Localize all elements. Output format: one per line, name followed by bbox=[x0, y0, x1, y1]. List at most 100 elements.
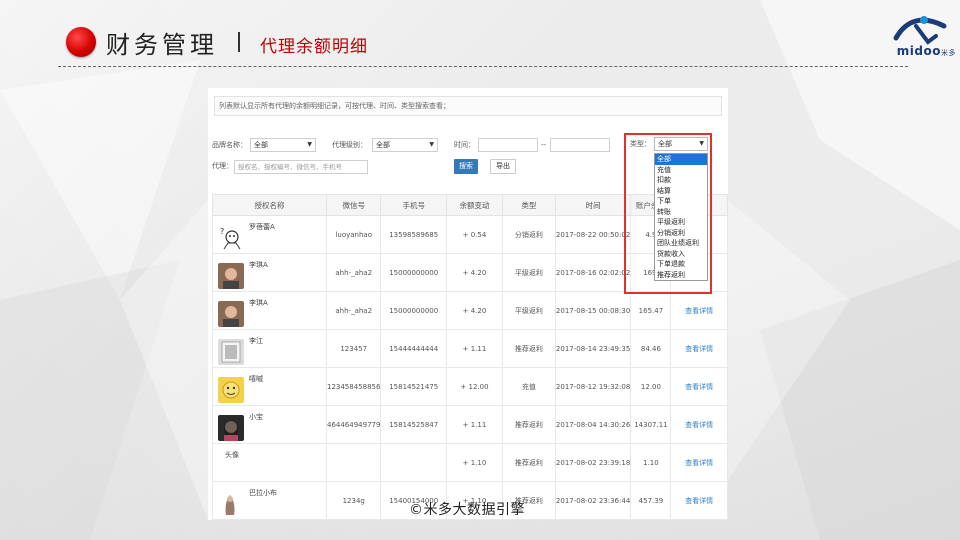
level-label: 代理级别： bbox=[332, 141, 367, 149]
type-cell: 平级返利 bbox=[501, 253, 556, 292]
user-name: 嘻嘁 bbox=[249, 375, 263, 383]
time-cell: 2017-08-15 00:08:30 bbox=[554, 291, 632, 330]
name-cell: 李琪A bbox=[212, 253, 327, 292]
name-cell: 嘻嘁 bbox=[212, 367, 327, 406]
balance-cell: 14307.11 bbox=[630, 405, 672, 444]
detail-link[interactable]: 查看详情 bbox=[670, 405, 728, 444]
type-option[interactable]: 货款收入 bbox=[655, 249, 707, 260]
change-cell: + 4.20 bbox=[445, 291, 503, 330]
type-option[interactable]: 团队业绩返利 bbox=[655, 238, 707, 249]
time-cell: 2017-08-22 00:50:02 bbox=[554, 215, 632, 254]
type-option[interactable]: 全部 bbox=[655, 154, 707, 165]
avatar bbox=[218, 301, 244, 327]
col-header: 授权名称 bbox=[212, 194, 327, 216]
time-cell: 2017-08-12 19:32:08 bbox=[554, 367, 632, 406]
type-option[interactable]: 分销返利 bbox=[655, 228, 707, 239]
user-name: 头像 bbox=[225, 451, 239, 459]
user-name: 小宝 bbox=[249, 413, 263, 421]
time-cell: 2017-08-02 23:39:18 bbox=[554, 443, 632, 482]
name-cell: 李琪A bbox=[212, 291, 327, 330]
balance-cell: 1.10 bbox=[630, 443, 672, 482]
logo-text: midoo米多 bbox=[896, 44, 956, 58]
wechat-cell: 123457 bbox=[325, 329, 382, 368]
change-cell: + 1.11 bbox=[445, 405, 503, 444]
time-cell: 2017-08-16 02:02:02 bbox=[554, 253, 632, 292]
time-label: 时间： bbox=[454, 141, 475, 149]
avatar bbox=[218, 339, 244, 365]
agent-search-input[interactable]: 授权名、授权编号、微信号、手机号 bbox=[234, 160, 368, 174]
page-title: 财务管理 bbox=[106, 30, 218, 59]
detail-link[interactable]: 查看详情 bbox=[670, 291, 728, 330]
type-label: 类型： bbox=[630, 140, 651, 148]
balance-cell: 84.46 bbox=[630, 329, 672, 368]
chevron-down-icon: ▼ bbox=[307, 141, 312, 148]
table-row: 小宝 464464949779 15814525847 + 1.11 推荐返利 … bbox=[212, 405, 728, 444]
col-header: 时间 bbox=[554, 194, 632, 216]
detail-link[interactable]: 查看详情 bbox=[670, 329, 728, 368]
type-option[interactable]: 转账 bbox=[655, 207, 707, 218]
col-header: 微信号 bbox=[325, 194, 382, 216]
red-bullet-icon bbox=[66, 27, 96, 57]
table-row: 李琪A ahh-_aha2 15000000000 + 4.20 平级返利 20… bbox=[212, 291, 728, 330]
detail-link[interactable]: 查看详情 bbox=[670, 367, 728, 406]
watermark: ©米多大数据引擎 bbox=[409, 502, 525, 518]
change-cell: + 0.54 bbox=[445, 215, 503, 254]
wechat-cell: 123458458856 bbox=[325, 367, 382, 406]
name-cell: 小宝 bbox=[212, 405, 327, 444]
wechat-cell: 464464949779 bbox=[325, 405, 382, 444]
search-button[interactable]: 搜索 bbox=[454, 159, 478, 174]
chevron-down-icon: ▼ bbox=[699, 140, 704, 147]
avatar bbox=[218, 415, 244, 441]
type-option[interactable]: 结算 bbox=[655, 186, 707, 197]
wechat-cell: ahh-_aha2 bbox=[325, 291, 382, 330]
change-cell: + 12.00 bbox=[445, 367, 503, 406]
export-button[interactable]: 导出 bbox=[490, 159, 516, 174]
col-header: 余额变动 bbox=[445, 194, 503, 216]
change-cell: + 1.10 bbox=[445, 443, 503, 482]
level-select[interactable]: 全部 ▼ bbox=[372, 138, 438, 152]
phone-cell: 13598589685 bbox=[380, 215, 447, 254]
page-subtitle: 代理余额明细 bbox=[260, 36, 368, 57]
type-option[interactable]: 充值 bbox=[655, 165, 707, 176]
phone-cell: 15814525847 bbox=[380, 405, 447, 444]
type-option[interactable]: 扣款 bbox=[655, 175, 707, 186]
change-cell: + 4.20 bbox=[445, 253, 503, 292]
phone-cell: 15444444444 bbox=[380, 329, 447, 368]
phone-cell: 15814521475 bbox=[380, 367, 447, 406]
type-cell: 平级返利 bbox=[501, 291, 556, 330]
phone-cell bbox=[380, 443, 447, 482]
avatar bbox=[218, 491, 244, 517]
name-cell: 李江 bbox=[212, 329, 327, 368]
chevron-down-icon: ▼ bbox=[429, 141, 434, 148]
table-row: 嘻嘁 123458458856 15814521475 + 12.00 充值 2… bbox=[212, 367, 728, 406]
svg-text:?: ? bbox=[220, 227, 224, 236]
type-cell: 分销返利 bbox=[501, 215, 556, 254]
col-header: 手机号 bbox=[380, 194, 447, 216]
type-cell: 充值 bbox=[501, 367, 556, 406]
user-name: 罗蓓蕾A bbox=[249, 223, 275, 231]
time-cell: 2017-08-02 23:36:44 bbox=[554, 481, 632, 520]
brand-label: 品牌名称： bbox=[212, 141, 247, 149]
name-cell: ? 罗蓓蕾A bbox=[212, 215, 327, 254]
end-time-input[interactable] bbox=[550, 138, 610, 152]
detail-link[interactable]: 查看详情 bbox=[670, 443, 728, 482]
time-cell: 2017-08-04 14:30:26 bbox=[554, 405, 632, 444]
type-option[interactable]: 平级返利 bbox=[655, 217, 707, 228]
wechat-cell: 1234g bbox=[325, 481, 382, 520]
user-name: 李江 bbox=[249, 337, 263, 345]
start-time-input[interactable] bbox=[478, 138, 538, 152]
type-dropdown-list: 全部 充值 扣款 结算 下单 转账 平级返利 分销返利 团队业绩返利 货款收入 … bbox=[654, 153, 708, 281]
type-option[interactable]: 推荐返利 bbox=[655, 270, 707, 281]
time-cell: 2017-08-14 23:49:35 bbox=[554, 329, 632, 368]
wechat-cell bbox=[325, 443, 382, 482]
detail-link[interactable]: 查看详情 bbox=[670, 481, 728, 520]
wechat-cell: ahh-_aha2 bbox=[325, 253, 382, 292]
type-option[interactable]: 下单 bbox=[655, 196, 707, 207]
balance-cell: 165.47 bbox=[630, 291, 672, 330]
type-option[interactable]: 下单退款 bbox=[655, 259, 707, 270]
change-cell: + 1.11 bbox=[445, 329, 503, 368]
phone-cell: 15000000000 bbox=[380, 291, 447, 330]
type-select[interactable]: 全部 ▼ bbox=[654, 137, 708, 151]
time-separator: -- bbox=[541, 141, 547, 149]
brand-select[interactable]: 全部 ▼ bbox=[250, 138, 316, 152]
